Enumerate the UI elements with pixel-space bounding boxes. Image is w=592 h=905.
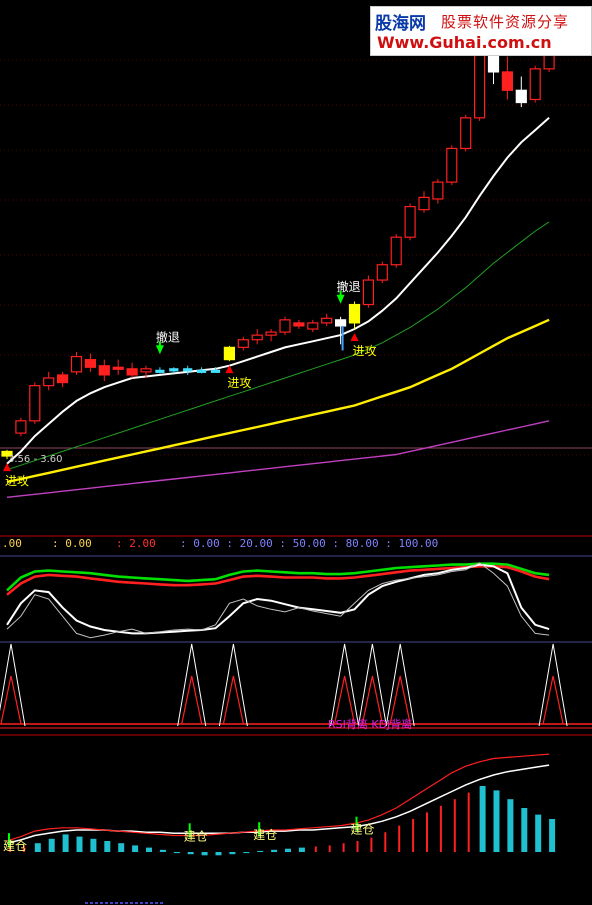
candle-body	[98, 365, 110, 376]
candle-body	[15, 420, 27, 434]
position-label: 建仓	[3, 839, 27, 853]
volume-bar	[298, 847, 305, 852]
candle-body	[348, 303, 361, 324]
candle-body	[432, 181, 444, 200]
candle-body	[335, 319, 347, 327]
volume-bar	[507, 799, 514, 852]
volume-bar	[48, 838, 55, 852]
candle-body	[418, 196, 430, 211]
candle-body	[112, 366, 124, 370]
divergence-spike	[330, 643, 360, 727]
volume-bar	[118, 843, 125, 852]
oscillator-series-line	[6, 563, 550, 635]
volume-bar	[285, 848, 291, 852]
candle-body	[237, 339, 249, 348]
volume-bar	[90, 838, 97, 852]
divergence-spike	[357, 643, 387, 727]
logo-slogan: 股票软件资源分享	[441, 13, 570, 31]
candle-body	[56, 374, 69, 384]
price-range-label: 3.56 - 3.60	[8, 454, 63, 465]
candle-body	[155, 369, 165, 373]
ma-yellow-line	[6, 318, 550, 484]
volume-bar	[201, 852, 208, 856]
candle-body	[307, 322, 319, 330]
signal-attack-label: 进攻	[353, 344, 377, 358]
volume-bar	[521, 808, 528, 852]
candle-body	[390, 236, 402, 266]
candle-body	[29, 385, 41, 422]
header-value-0: .00	[2, 537, 22, 550]
volume-bar	[132, 845, 139, 852]
candle-body	[446, 147, 458, 183]
header-value-1: : 0.00	[52, 537, 92, 550]
divergence-spike	[385, 643, 415, 727]
volume-bar	[146, 847, 152, 852]
logo-brand: 股海网	[375, 14, 426, 34]
ma-magenta-line	[6, 420, 550, 498]
volume-bar	[187, 852, 194, 855]
divergence-spike	[538, 643, 568, 727]
volume-bar	[76, 836, 83, 852]
volume-bar	[549, 819, 556, 852]
header-value-3: : 0.00 : 20.00 : 50.00 : 80.00 : 100.00	[180, 537, 439, 550]
volume-bar	[257, 850, 264, 852]
candle-body	[197, 369, 207, 373]
volume-bar	[243, 852, 250, 854]
candle-body	[210, 369, 221, 373]
volume-bar	[493, 790, 500, 852]
candle-body	[501, 71, 513, 91]
candle-body	[515, 89, 527, 104]
stock-chart-window: 3.56 - 3.60 撤退 进攻 进攻 撤退 进攻 RSI背离 KDJ背离 建仓 建仓 建仓 建仓…	[0, 0, 592, 905]
position-label: 建仓	[184, 829, 208, 843]
divergence-spike	[218, 643, 248, 727]
volume-bar	[229, 852, 236, 855]
signal-attack-label: 进攻	[5, 474, 29, 488]
volume-bar	[104, 841, 111, 852]
candle-body	[321, 317, 333, 324]
position-label: 建仓	[351, 823, 375, 837]
candle-body	[223, 346, 235, 361]
candle-body	[43, 377, 55, 387]
divergence-label: RSI背离 KDJ背离	[328, 717, 412, 731]
guhai-logo: 股海网 股票软件资源分享 Www.Guhai.com.cn	[370, 6, 592, 56]
oscillator-series-line	[6, 564, 550, 596]
candle-body	[474, 45, 486, 119]
candle-body	[70, 355, 83, 373]
header-value-2: : 2.00	[116, 537, 156, 550]
candle-body	[84, 359, 97, 368]
position-label: 建仓	[253, 828, 277, 842]
candle-body	[362, 279, 374, 306]
up-arrow-icon	[350, 333, 359, 342]
volume-bar	[479, 786, 486, 852]
signal-attack-label: 进攻	[227, 376, 251, 390]
volume-bar	[535, 814, 542, 852]
volume-bar	[159, 849, 166, 852]
candle-body	[404, 205, 416, 238]
candle-body	[251, 334, 263, 341]
ma-white-line	[6, 117, 550, 465]
logo-url: Www.Guhai.com.cn	[377, 33, 552, 52]
candle-body	[376, 264, 388, 281]
divergence-spike	[177, 643, 207, 727]
candle-body	[140, 368, 152, 373]
candle-body	[265, 331, 277, 336]
candle-body	[460, 117, 472, 150]
volume-bar	[271, 849, 278, 852]
volume-bar	[173, 852, 180, 854]
chart-canvas: 3.56 - 3.60撤退进攻进攻撤退进攻RSI背离 KDJ背离建仓建仓 建仓 建仓	[0, 30, 592, 904]
candle-body	[293, 322, 305, 327]
candle-body	[126, 368, 138, 376]
candle-body	[279, 319, 291, 333]
volume-bar	[215, 852, 222, 856]
candle-body	[183, 368, 193, 372]
ma-green-line	[6, 221, 550, 471]
candle-body	[529, 68, 541, 101]
candle-body	[169, 368, 179, 372]
volume-bar	[62, 834, 69, 852]
volume-bar	[34, 843, 41, 852]
